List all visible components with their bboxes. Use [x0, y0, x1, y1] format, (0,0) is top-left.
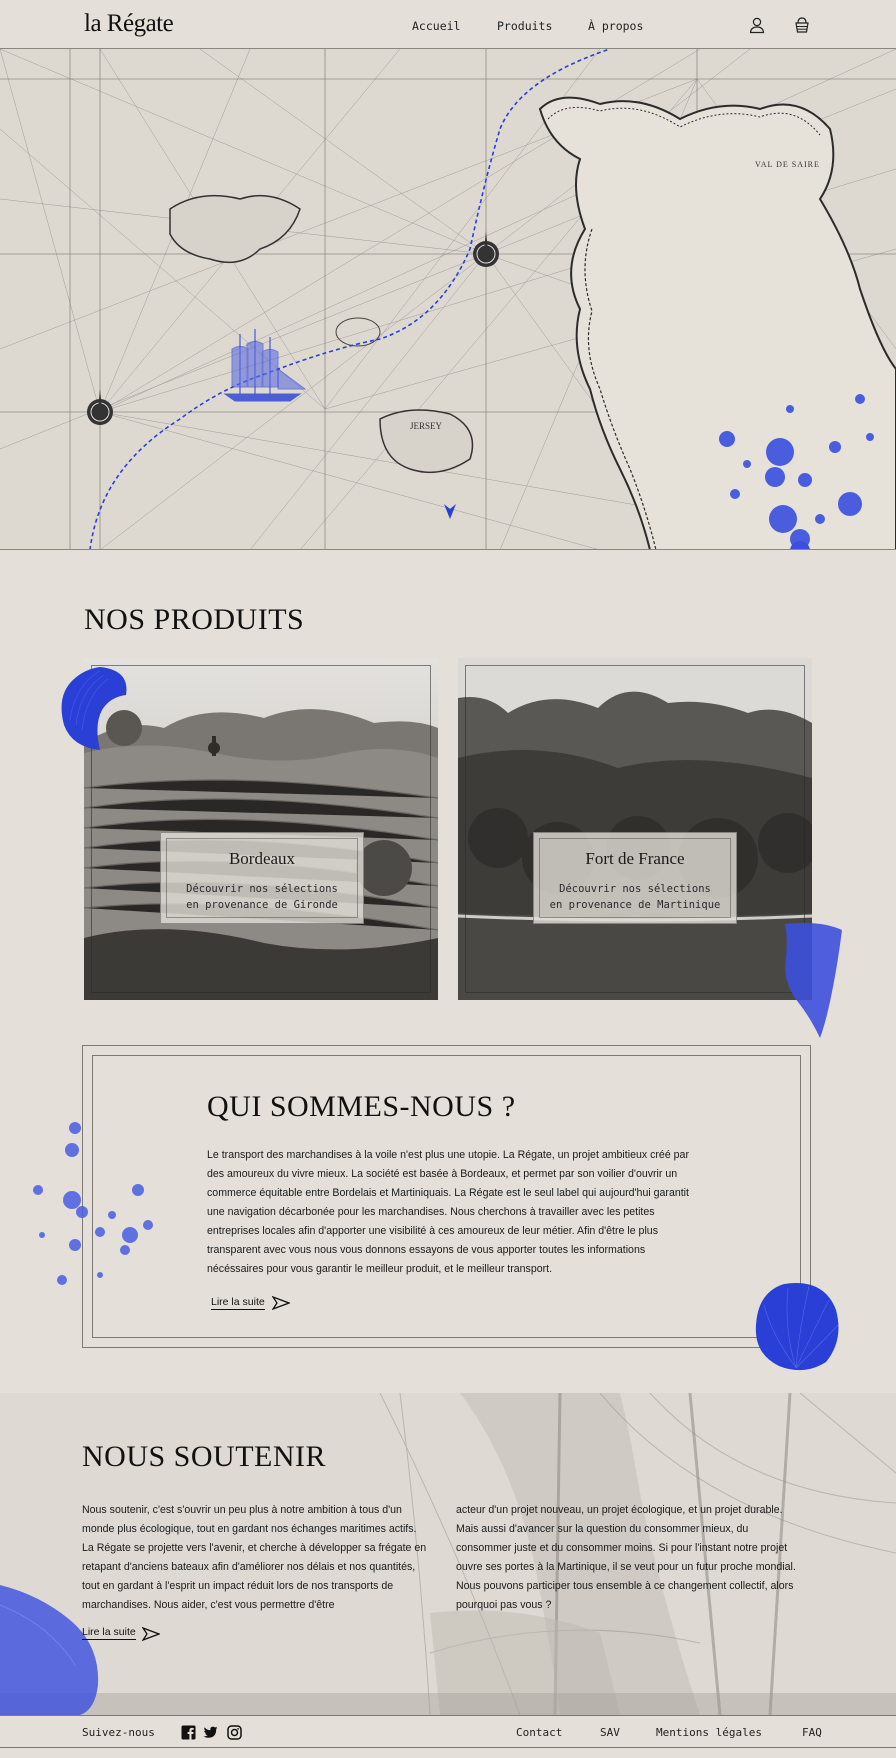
card-description: Découvrir nos sélections en provenance d…	[186, 883, 338, 911]
about-title: QUI SOMMES-NOUS ?	[207, 1090, 516, 1123]
instagram-icon[interactable]	[227, 1725, 242, 1740]
support-section: NOUS SOUTENIR Nous soutenir, c'est s'ouv…	[0, 1393, 896, 1715]
support-text-col2: acteur d'un projet nouveau, un projet éc…	[456, 1504, 796, 1611]
about-text: Le transport des marchandises à la voile…	[207, 1149, 689, 1275]
card-label-fort-de-france: Fort de France Découvrir nos sélections …	[533, 832, 737, 924]
footer-link-contact[interactable]: Contact	[516, 1726, 562, 1739]
user-icon[interactable]	[748, 16, 766, 34]
card-city: Bordeaux	[228, 849, 296, 868]
paper-plane-arrow-icon[interactable]	[142, 1627, 160, 1641]
ink-splatter-drip	[790, 541, 810, 549]
footer-link-faq[interactable]: FAQ	[802, 1726, 822, 1739]
nautical-chart-illustration: JERSEY VAL DE SAIRE	[0, 49, 896, 549]
nav-produits[interactable]: Produits	[497, 19, 552, 33]
follow-us-label: Suivez-nous	[82, 1726, 155, 1739]
site-header: la Régate Accueil Produits À propos	[0, 0, 896, 49]
nav-a-propos[interactable]: À propos	[588, 19, 643, 33]
product-card-fort-de-france[interactable]: Fort de France Découvrir nos sélections …	[458, 658, 812, 1000]
site-footer: Suivez-nous Contact SAV Mentions légales…	[0, 1715, 896, 1748]
tropical-coast-photo	[458, 658, 812, 1000]
vineyard-photo	[84, 658, 438, 1000]
support-read-more-link[interactable]: Lire la suite	[82, 1626, 136, 1640]
footer-link-sav[interactable]: SAV	[600, 1726, 620, 1739]
page-bottom-strip	[0, 1748, 896, 1758]
support-text-col1: Nous soutenir, c'est s'ouvrir un peu plu…	[82, 1504, 427, 1611]
about-read-more-link[interactable]: Lire la suite	[211, 1296, 265, 1310]
ink-splatter-left	[33, 1122, 153, 1285]
products-title: NOS PRODUITS	[84, 603, 305, 636]
logo[interactable]: la Régate	[84, 10, 174, 38]
basket-icon[interactable]	[793, 16, 811, 34]
svg-text:VAL DE SAIRE: VAL DE SAIRE	[755, 160, 820, 169]
product-card-bordeaux[interactable]: Bordeaux Découvrir nos sélections en pro…	[84, 658, 438, 1000]
svg-text:JERSEY: JERSEY	[410, 421, 443, 431]
card-city: Fort de France	[585, 849, 685, 868]
blue-shell-shape	[755, 1283, 839, 1371]
support-title: NOUS SOUTENIR	[82, 1440, 327, 1473]
blue-fan-brushstroke	[61, 667, 127, 750]
nav-accueil[interactable]: Accueil	[412, 19, 460, 33]
hero-map: JERSEY VAL DE SAIRE	[0, 49, 896, 550]
footer-link-mentions-legales[interactable]: Mentions légales	[656, 1726, 762, 1739]
blue-brushstroke-shape	[785, 922, 842, 1038]
twitter-icon[interactable]	[203, 1725, 218, 1740]
card-label-bordeaux: Bordeaux Découvrir nos sélections en pro…	[160, 832, 364, 924]
card-description: Découvrir nos sélections en provenance d…	[549, 883, 721, 911]
paper-plane-arrow-icon[interactable]	[272, 1296, 290, 1310]
facebook-icon[interactable]	[181, 1725, 196, 1740]
